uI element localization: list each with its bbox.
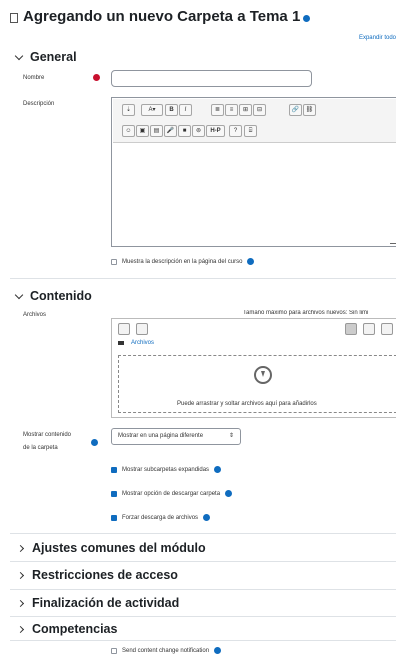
drop-zone[interactable]: Puede arrastrar y soltar archivos aquí p… <box>118 355 396 413</box>
toolbar-record-audio-button[interactable]: 🎤 <box>164 125 177 137</box>
toolbar-paragraph-button[interactable]: A▾ <box>141 104 163 116</box>
add-file-button[interactable] <box>118 323 130 335</box>
toolbar-emoji-button[interactable]: ☺ <box>122 125 135 137</box>
chevron-right-icon <box>16 625 25 633</box>
section-restrictions-header[interactable]: Restricciones de acceso <box>16 568 178 582</box>
page-title: Agregando un nuevo Carpeta a Tema 1 <box>10 8 311 25</box>
folder-icon <box>118 341 124 345</box>
required-icon <box>93 74 100 81</box>
download-arrow-icon <box>254 366 272 384</box>
toolbar-ordered-list-button[interactable]: ≡ <box>225 104 238 116</box>
show-description-row: Muestra la descripción en la página del … <box>111 258 255 265</box>
toolbar-manage-files-button[interactable]: ⊚ <box>192 125 205 137</box>
section-divider <box>10 589 396 590</box>
breadcrumb-files-link[interactable]: Archivos <box>131 340 154 346</box>
toolbar-link-button[interactable]: 🔗 <box>289 104 302 116</box>
help-icon[interactable] <box>214 466 222 473</box>
editor-toolbar: ⇣ A▾ B I ≣ ≡ ⊞ ⊟ 🔗 ⛓ ☺ ▣ ▤ 🎤 ■ ⊚ H-P ? ⌸ <box>113 99 396 143</box>
show-download-label: Mostrar opción de descargar carpeta <box>122 490 221 497</box>
help-icon[interactable] <box>225 490 233 497</box>
help-icon[interactable] <box>303 15 311 22</box>
chevron-down-icon <box>14 290 24 299</box>
option-row: Forzar descarga de archivos <box>111 514 211 521</box>
view-list-button[interactable] <box>363 323 375 335</box>
section-general-title: General <box>30 50 77 64</box>
toolbar-unlink-button[interactable]: ⛓ <box>303 104 316 116</box>
toolbar-html-button[interactable]: ⌸ <box>244 125 257 137</box>
chevron-right-icon <box>16 599 25 607</box>
toolbar-accessibility-button[interactable]: ? <box>229 125 242 137</box>
expand-all-link[interactable]: Expandir todo <box>359 35 396 41</box>
toolbar-bold-button[interactable]: B <box>165 104 178 116</box>
display-content-value: Mostrar en una página diferente <box>118 433 204 439</box>
toolbar-outdent-button[interactable]: ⊞ <box>239 104 252 116</box>
help-icon[interactable] <box>214 647 222 654</box>
description-label: Descripción <box>23 101 55 107</box>
help-icon[interactable] <box>91 439 98 446</box>
notification-row: Send content change notification <box>111 647 222 654</box>
show-description-checkbox[interactable] <box>111 258 117 265</box>
toolbar-italic-button[interactable]: I <box>179 104 192 116</box>
chevron-right-icon <box>16 544 25 552</box>
section-divider <box>10 616 396 617</box>
section-common-settings-header[interactable]: Ajustes comunes del módulo <box>16 541 206 555</box>
help-icon[interactable] <box>247 258 255 265</box>
resize-handle-icon[interactable] <box>390 236 396 244</box>
display-content-label-line2: de la carpeta <box>23 445 58 451</box>
chevron-right-icon <box>16 571 25 579</box>
option-row: Mostrar opción de descargar carpeta <box>111 490 233 497</box>
toolbar-collapse-button[interactable]: ⇣ <box>122 104 135 116</box>
description-editor[interactable]: ⇣ A▾ B I ≣ ≡ ⊞ ⊟ 🔗 ⛓ ☺ ▣ ▤ 🎤 ■ ⊚ H-P ? ⌸ <box>111 97 396 247</box>
view-icons-button[interactable] <box>345 323 357 335</box>
force-download-label: Forzar descarga de archivos <box>122 514 199 521</box>
toolbar-indent-button[interactable]: ⊟ <box>253 104 266 116</box>
section-competencies-title: Competencias <box>32 622 118 636</box>
toolbar-record-video-button[interactable]: ■ <box>178 125 191 137</box>
show-subfolders-checkbox[interactable] <box>111 466 117 473</box>
force-download-checkbox[interactable] <box>111 514 117 521</box>
section-competencies-header[interactable]: Competencias <box>16 622 118 636</box>
view-tree-button[interactable] <box>381 323 393 335</box>
display-content-select[interactable]: Mostrar en una página diferente ⇕ <box>111 428 241 445</box>
section-divider <box>10 640 396 641</box>
toolbar-media-button[interactable]: ▤ <box>150 125 163 137</box>
toolbar-unordered-list-button[interactable]: ≣ <box>211 104 224 116</box>
section-general-header[interactable]: General <box>14 50 77 64</box>
breadcrumb: Archivos <box>118 340 154 346</box>
section-completion-header[interactable]: Finalización de actividad <box>16 596 180 610</box>
drop-zone-text: Puede arrastrar y soltar archivos aquí p… <box>177 401 317 407</box>
create-folder-button[interactable] <box>136 323 148 335</box>
files-label: Archivos <box>23 312 47 318</box>
page-title-text: Agregando un nuevo Carpeta a Tema 1 <box>23 8 301 25</box>
section-divider <box>10 561 396 562</box>
file-picker: Archivos Puede arrastrar y soltar archiv… <box>111 318 396 418</box>
show-subfolders-label: Mostrar subcarpetas expandidas <box>122 466 210 473</box>
show-download-checkbox[interactable] <box>111 490 117 497</box>
toolbar-image-button[interactable]: ▣ <box>136 125 149 137</box>
chevron-down-icon <box>14 51 24 60</box>
help-icon[interactable] <box>203 514 211 521</box>
section-restrictions-title: Restricciones de acceso <box>32 568 178 582</box>
section-completion-title: Finalización de actividad <box>32 596 180 610</box>
section-divider <box>10 533 396 534</box>
option-row: Mostrar subcarpetas expandidas <box>111 466 222 473</box>
send-notification-checkbox[interactable] <box>111 647 117 654</box>
folder-activity-icon <box>10 12 18 23</box>
section-content-header[interactable]: Contenido <box>14 289 92 303</box>
send-notification-label: Send content change notification <box>122 647 210 654</box>
toolbar-h5p-button[interactable]: H-P <box>206 125 225 137</box>
name-label: Nombre <box>23 75 45 81</box>
show-description-label: Muestra la descripción en la página del … <box>122 258 243 265</box>
section-common-settings-title: Ajustes comunes del módulo <box>32 541 206 555</box>
section-divider <box>10 278 396 279</box>
max-file-size-text: Tamaño máximo para archivos nuevos: Sin … <box>243 310 369 316</box>
section-content-title: Contenido <box>30 289 92 303</box>
name-input[interactable] <box>111 70 312 87</box>
display-content-label: Mostrar contenido <box>23 432 72 438</box>
select-arrows-icon: ⇕ <box>228 433 234 439</box>
